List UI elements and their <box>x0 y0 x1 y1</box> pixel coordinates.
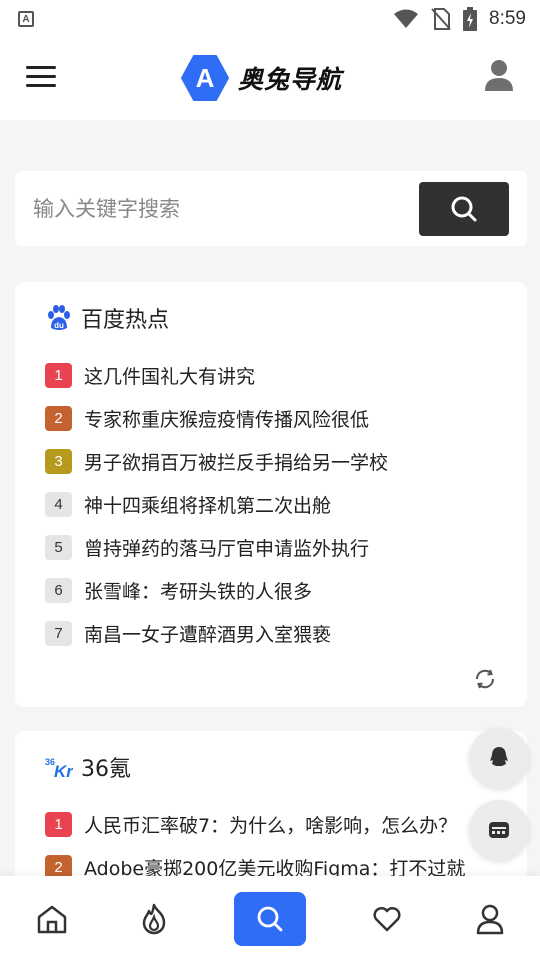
rank-badge: 1 <box>45 812 72 837</box>
list-item[interactable]: 5 曾持弹药的落马厅官申请监外执行 <box>45 526 511 569</box>
svg-text:du: du <box>54 321 64 330</box>
baidu-paw-icon: du <box>45 304 73 332</box>
brand-logo-letter: A <box>196 63 215 93</box>
hot-item-text: 专家称重庆猴痘疫情传播风险很低 <box>84 409 370 431</box>
hot-item-text: 男子欲捐百万被拦反手捐给另一学校 <box>84 452 389 474</box>
search-input[interactable] <box>15 171 415 246</box>
nav-favorite[interactable] <box>351 892 423 946</box>
no-sim-icon <box>431 8 451 30</box>
bottom-nav <box>0 876 540 960</box>
baidu-hot-card: du 百度热点 1 这几件国礼大有讲究 2 专家称重庆猴痘疫情传播风险很低 3 男子欲… <box>15 282 527 707</box>
menu-icon[interactable] <box>26 62 58 94</box>
kr36-logo-icon: 36 Kr <box>45 753 73 781</box>
hot-item-text: 人民币汇率破7：为什么，啥影响，怎么办？ <box>84 815 458 837</box>
nav-search[interactable] <box>234 892 306 946</box>
search-button[interactable] <box>419 182 509 236</box>
search-icon <box>257 906 283 932</box>
rank-badge: 6 <box>45 578 72 603</box>
search-bar <box>15 171 527 246</box>
list-item[interactable]: 2 专家称重庆猴痘疫情传播风险很低 <box>45 397 511 440</box>
clock: 8:59 <box>489 8 526 29</box>
hot-item-text: 南昌一女子遭醉酒男入室猥亵 <box>84 624 332 646</box>
card-title: 36氪 <box>81 757 131 782</box>
refresh-icon[interactable] <box>473 667 497 691</box>
hot-item-text: 这几件国礼大有讲究 <box>84 366 256 388</box>
qq-float-button[interactable] <box>469 728 529 788</box>
rank-badge: 1 <box>45 363 72 388</box>
list-item[interactable]: 7 南昌一女子遭醉酒男入室猥亵 <box>45 612 511 655</box>
battery-charging-icon <box>463 7 478 31</box>
home-icon <box>37 905 67 934</box>
card-icon <box>489 822 509 838</box>
rank-badge: 5 <box>45 535 72 560</box>
list-item[interactable]: 1 这几件国礼大有讲究 <box>45 354 511 397</box>
nav-hot[interactable] <box>118 892 190 946</box>
rank-badge: 2 <box>45 406 72 431</box>
list-item[interactable]: 1 人民币汇率破7：为什么，啥影响，怎么办？ <box>45 803 511 846</box>
rank-badge: 7 <box>45 621 72 646</box>
baidu-hot-list: 1 这几件国礼大有讲究 2 专家称重庆猴痘疫情传播风险很低 3 男子欲捐百万被拦反手捐… <box>45 354 511 655</box>
user-icon[interactable] <box>484 58 518 98</box>
app-header: A 奥兔导航 <box>0 38 540 120</box>
hot-icon <box>142 903 166 935</box>
list-item[interactable]: 3 男子欲捐百万被拦反手捐给另一学校 <box>45 440 511 483</box>
hot-item-text: 神十四乘组将择机第二次出舱 <box>84 495 332 517</box>
app-notification-icon: A <box>18 11 34 27</box>
search-icon <box>451 196 477 222</box>
kr36-logo-text: Kr <box>54 762 73 781</box>
profile-icon <box>476 904 504 935</box>
brand-title: 奥兔导航 <box>238 65 343 94</box>
brand-logo: A <box>181 55 229 101</box>
rank-badge: 4 <box>45 492 72 517</box>
status-bar: A 8:59 <box>0 0 540 38</box>
favorite-icon <box>373 906 401 932</box>
brand: A 奥兔导航 <box>180 53 342 103</box>
qq-icon <box>490 747 508 766</box>
rank-badge: 3 <box>45 449 72 474</box>
card-float-button[interactable] <box>469 800 529 860</box>
list-item[interactable]: 4 神十四乘组将择机第二次出舱 <box>45 483 511 526</box>
nav-home[interactable] <box>16 892 88 946</box>
list-item[interactable]: 6 张雪峰：考研头铁的人很多 <box>45 569 511 612</box>
hot-item-text: 曾持弹药的落马厅官申请监外执行 <box>84 538 370 560</box>
hot-item-text: 张雪峰：考研头铁的人很多 <box>84 581 313 603</box>
card-title: 百度热点 <box>81 308 170 333</box>
nav-profile[interactable] <box>454 892 526 946</box>
wifi-icon <box>393 9 419 29</box>
